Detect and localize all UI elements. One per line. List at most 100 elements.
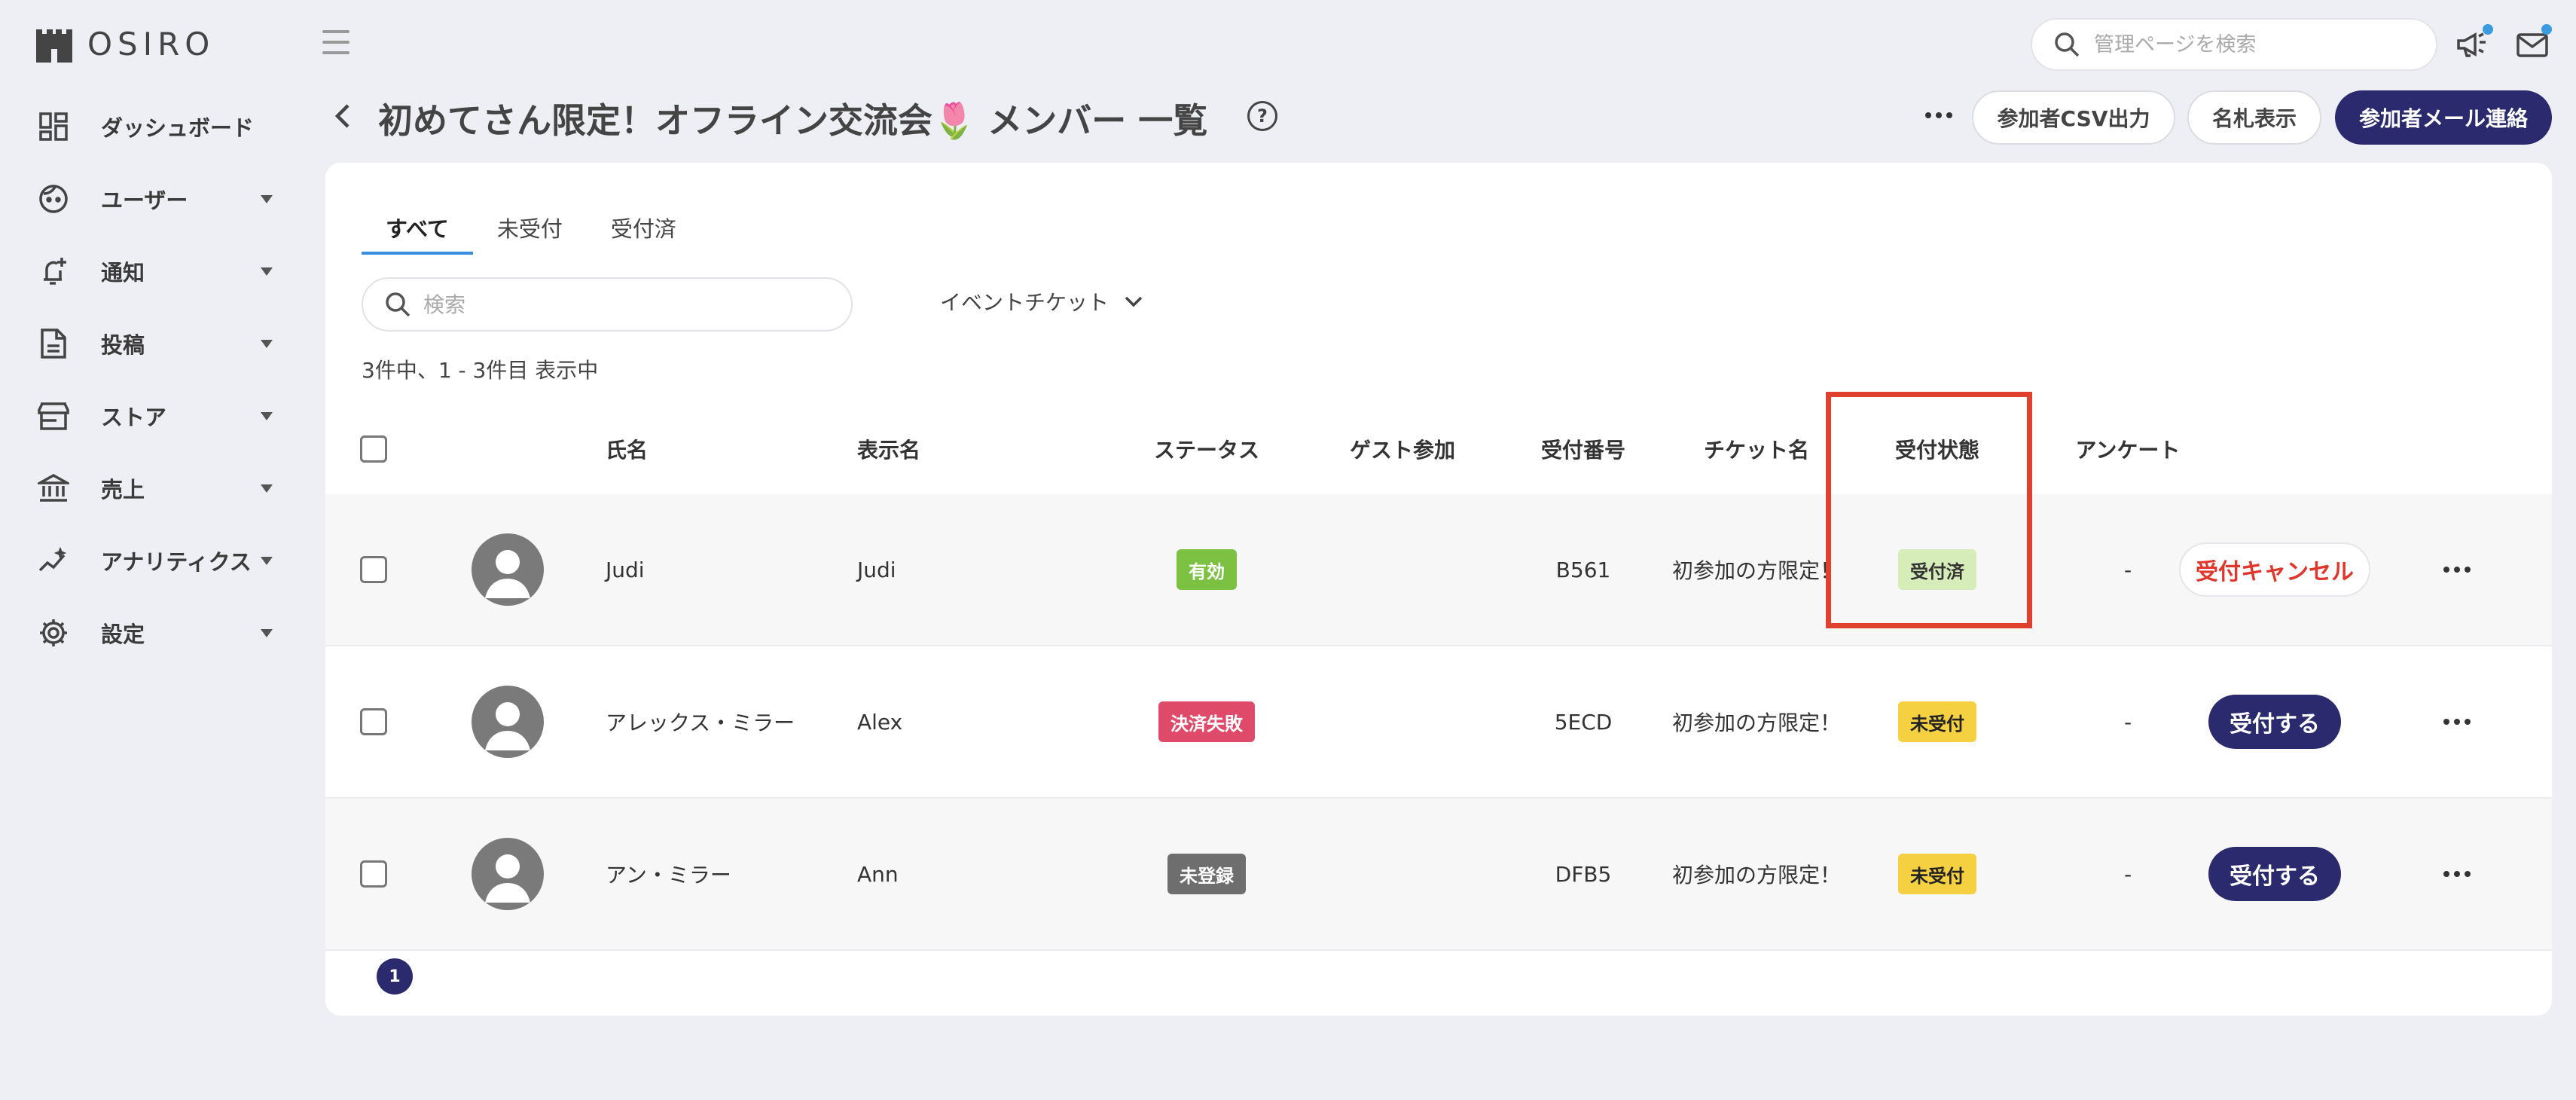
row-more-button[interactable] [2443, 871, 2471, 877]
sidebar-item-label: ストア [101, 405, 167, 430]
search-icon [2055, 32, 2080, 57]
cell-name: アレックス・ミラー [606, 710, 795, 735]
row-checkbox[interactable] [360, 860, 387, 888]
sidebar-item-settings[interactable]: 設定 [0, 597, 301, 669]
cell-display-name: Judi [857, 557, 896, 582]
cell-name: Judi [606, 557, 645, 582]
row-checkbox[interactable] [360, 556, 387, 583]
tab-all[interactable]: すべて [362, 200, 473, 255]
column-header-name[interactable]: 氏名 [606, 404, 648, 494]
sidebar: OSIRO ダッシュボード ユーザー 通知 投稿 ストア 売上 アナリティクス … [0, 0, 301, 1100]
sidebar-item-users[interactable]: ユーザー [0, 163, 301, 235]
result-count: 3件中、1 - 3件目 表示中 [362, 358, 599, 383]
column-header-display-name[interactable]: 表示名 [857, 404, 920, 494]
cell-reception-number: B561 [1555, 557, 1611, 582]
namecard-button[interactable]: 名札表示 [2187, 90, 2321, 145]
caret-down-icon [261, 411, 273, 420]
column-header-status[interactable]: ステータス [1109, 404, 1305, 494]
document-icon [36, 326, 71, 361]
bank-icon [36, 471, 71, 506]
page-title: 初めてさん限定！オフライン交流会🌷 メンバー 一覧 [378, 100, 1208, 141]
notification-dot [2541, 24, 2552, 35]
accept-reception-button[interactable]: 受付する [2208, 695, 2341, 749]
sidebar-nav: ダッシュボード ユーザー 通知 投稿 ストア 売上 アナリティクス 設定 [0, 90, 301, 669]
row-checkbox[interactable] [360, 708, 387, 735]
caret-down-icon [261, 339, 273, 348]
row-more-button[interactable] [2443, 567, 2471, 573]
megaphone-icon[interactable] [2455, 24, 2493, 62]
search-icon [386, 292, 411, 317]
accept-reception-button[interactable]: 受付する [2208, 847, 2341, 901]
avatar [472, 686, 544, 758]
select-all-checkbox[interactable] [360, 435, 387, 463]
status-badge: 有効 [1177, 549, 1237, 590]
members-card: すべて 未受付 受付済 イベントチケット 3件中、1 - 3件目 表示中 氏名 … [325, 163, 2552, 1016]
sidebar-item-notifications[interactable]: 通知 [0, 235, 301, 307]
tab-not-received[interactable]: 未受付 [473, 200, 587, 255]
castle-logo-icon [36, 29, 72, 63]
bell-add-icon [36, 254, 71, 289]
column-header-guest[interactable]: ゲスト参加 [1305, 404, 1500, 494]
status-badge: 未登録 [1167, 854, 1246, 894]
store-icon [36, 399, 71, 433]
table-row[interactable]: アン・ミラー Ann 未登録 DFB5 初参加の方限定！ 未受付 - 受付する [325, 799, 2552, 951]
cancel-reception-button[interactable]: 受付キャンセル [2179, 542, 2370, 597]
cell-display-name: Ann [857, 861, 899, 887]
cell-guest [1305, 646, 1500, 797]
user-face-icon [36, 182, 71, 216]
reception-state-badge: 受付済 [1898, 549, 1976, 590]
logo[interactable]: OSIRO [35, 26, 215, 63]
help-icon[interactable]: ? [1247, 101, 1277, 131]
cell-ticket: 初参加の方限定！ [1671, 558, 1841, 583]
reception-state-badge: 未受付 [1898, 854, 1976, 894]
column-header-reception-state[interactable]: 受付状態 [1847, 404, 2028, 494]
back-button[interactable] [331, 101, 354, 131]
table-row[interactable]: Judi Judi 有効 B561 初参加の方限定！ 受付済 - 受付キャンセル [325, 494, 2552, 646]
column-header-survey[interactable]: アンケート [2028, 404, 2228, 494]
cell-reception-number: DFB5 [1555, 861, 1612, 887]
sidebar-item-label: 通知 [101, 260, 145, 286]
sidebar-item-analytics[interactable]: アナリティクス [0, 524, 301, 597]
admin-search[interactable] [2031, 18, 2437, 71]
table-header: 氏名 表示名 ステータス ゲスト参加 受付番号 チケット名 受付状態 アンケート [325, 404, 2552, 496]
column-header-reception-number[interactable]: 受付番号 [1500, 404, 1666, 494]
sidebar-item-store[interactable]: ストア [0, 380, 301, 452]
table-row[interactable]: アレックス・ミラー Alex 決済失敗 5ECD 初参加の方限定！ 未受付 - … [325, 646, 2552, 799]
ticket-filter-dropdown[interactable]: イベントチケット [940, 286, 1143, 316]
column-header-ticket[interactable]: チケット名 [1666, 404, 1847, 494]
caret-down-icon [261, 628, 273, 637]
cell-guest [1305, 494, 1500, 645]
sidebar-item-label: ユーザー [101, 188, 188, 213]
hamburger-icon [322, 30, 349, 33]
more-options-button[interactable] [1925, 104, 1958, 127]
export-csv-button[interactable]: 参加者CSV出力 [1972, 90, 2175, 145]
sidebar-item-label: 投稿 [101, 332, 145, 358]
cell-guest [1305, 799, 1500, 949]
member-search[interactable] [362, 277, 853, 332]
pagination-page-button[interactable]: 1 [377, 958, 413, 995]
dashboard-icon [36, 109, 71, 144]
cell-display-name: Alex [857, 709, 903, 735]
row-more-button[interactable] [2443, 719, 2471, 725]
sidebar-item-sales[interactable]: 売上 [0, 452, 301, 524]
caret-down-icon [261, 484, 273, 493]
sidebar-item-label: ダッシュボード [101, 115, 255, 141]
sidebar-item-dashboard[interactable]: ダッシュボード [0, 90, 301, 163]
reception-state-badge: 未受付 [1898, 701, 1976, 742]
ticket-filter-label: イベントチケット [940, 290, 1109, 315]
mail-icon[interactable] [2516, 24, 2552, 62]
analytics-icon [36, 543, 71, 578]
notification-dot [2483, 24, 2493, 35]
admin-search-input[interactable] [2092, 32, 2412, 57]
member-search-input[interactable] [422, 291, 832, 318]
tab-received[interactable]: 受付済 [587, 200, 700, 255]
logo-text: OSIRO [87, 26, 215, 63]
sidebar-item-posts[interactable]: 投稿 [0, 307, 301, 380]
avatar [472, 533, 544, 606]
sidebar-item-label: 売上 [101, 477, 145, 503]
email-participants-button[interactable]: 参加者メール連絡 [2335, 90, 2552, 145]
cell-name: アン・ミラー [606, 863, 731, 888]
cell-reception-number: 5ECD [1554, 709, 1613, 735]
gear-icon [36, 616, 71, 650]
menu-toggle-button[interactable] [322, 30, 349, 60]
